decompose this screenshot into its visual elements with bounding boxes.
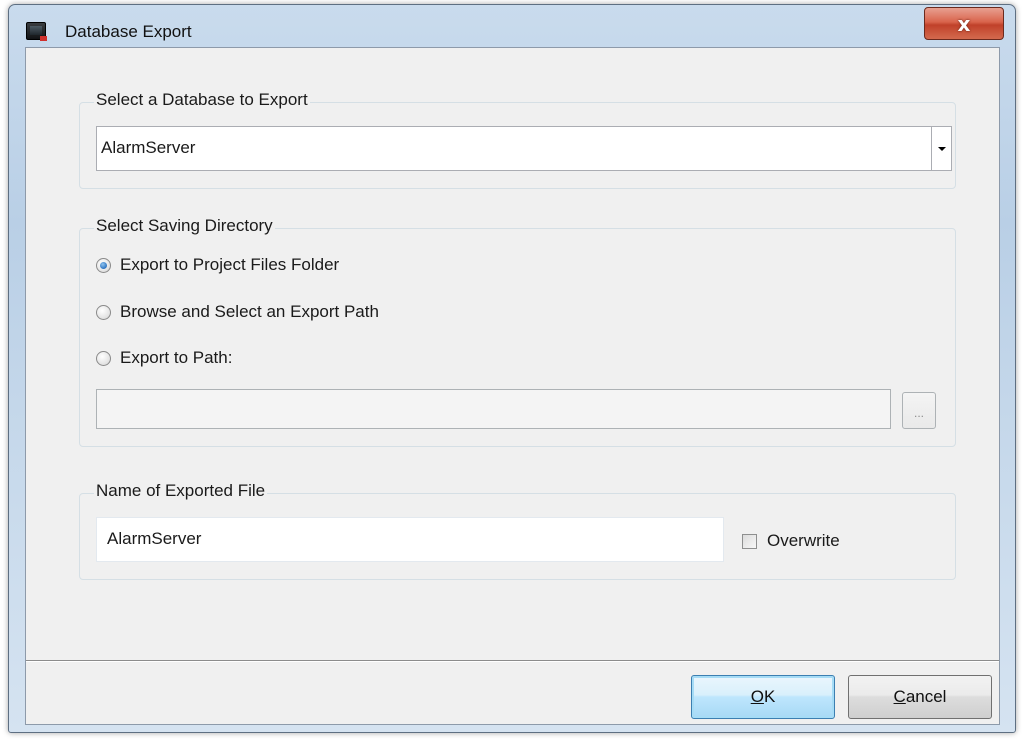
export-path-input[interactable] <box>96 389 891 429</box>
database-group-label: Select a Database to Export <box>94 90 310 110</box>
cancel-mnemonic: C <box>893 687 906 706</box>
radio-export-to-path[interactable]: Export to Path: <box>96 346 232 370</box>
radio-label: Export to Path: <box>120 348 233 367</box>
directory-group-label: Select Saving Directory <box>94 216 275 236</box>
file-name-group: Name of Exported File AlarmServer Overwr… <box>79 481 956 580</box>
footer-divider-highlight <box>26 661 999 662</box>
radio-export-project-folder[interactable]: Export to Project Files Folder <box>96 253 339 277</box>
overwrite-label: Overwrite <box>767 531 840 550</box>
database-group: Select a Database to Export AlarmServer <box>79 90 956 189</box>
dropdown-arrow-icon[interactable] <box>931 127 951 170</box>
database-selected-value: AlarmServer <box>101 138 196 157</box>
file-name-input[interactable]: AlarmServer <box>96 517 724 562</box>
browse-button[interactable]: ... <box>902 392 936 429</box>
radio-label: Export to Project Files Folder <box>120 255 340 274</box>
ok-label-rest: K <box>763 687 776 706</box>
cancel-label-rest: ancel <box>905 687 947 706</box>
close-button[interactable]: x <box>924 7 1004 40</box>
radio-button-icon[interactable] <box>96 257 111 273</box>
database-combobox[interactable]: AlarmServer <box>96 126 952 171</box>
cancel-button[interactable]: Cancel <box>848 675 992 719</box>
ok-mnemonic: O <box>750 687 764 706</box>
radio-button-icon[interactable] <box>96 350 111 366</box>
window-title: Database Export <box>65 22 192 41</box>
directory-group: Select Saving Directory Export to Projec… <box>79 216 956 447</box>
ok-button[interactable]: OK <box>691 675 835 719</box>
file-name-value: AlarmServer <box>107 529 202 548</box>
dialog-body: Select a Database to Export AlarmServer … <box>25 47 1000 725</box>
dialog-window: Database Export x Select a Database to E… <box>8 4 1016 733</box>
app-monitor-icon <box>26 22 47 41</box>
overwrite-checkbox-row[interactable]: Overwrite <box>742 531 840 551</box>
radio-label: Browse and Select an Export Path <box>120 302 379 321</box>
radio-browse-export-path[interactable]: Browse and Select an Export Path <box>96 300 379 324</box>
overwrite-checkbox[interactable] <box>742 533 757 549</box>
file-name-group-label: Name of Exported File <box>94 481 268 501</box>
radio-button-icon[interactable] <box>96 304 111 320</box>
